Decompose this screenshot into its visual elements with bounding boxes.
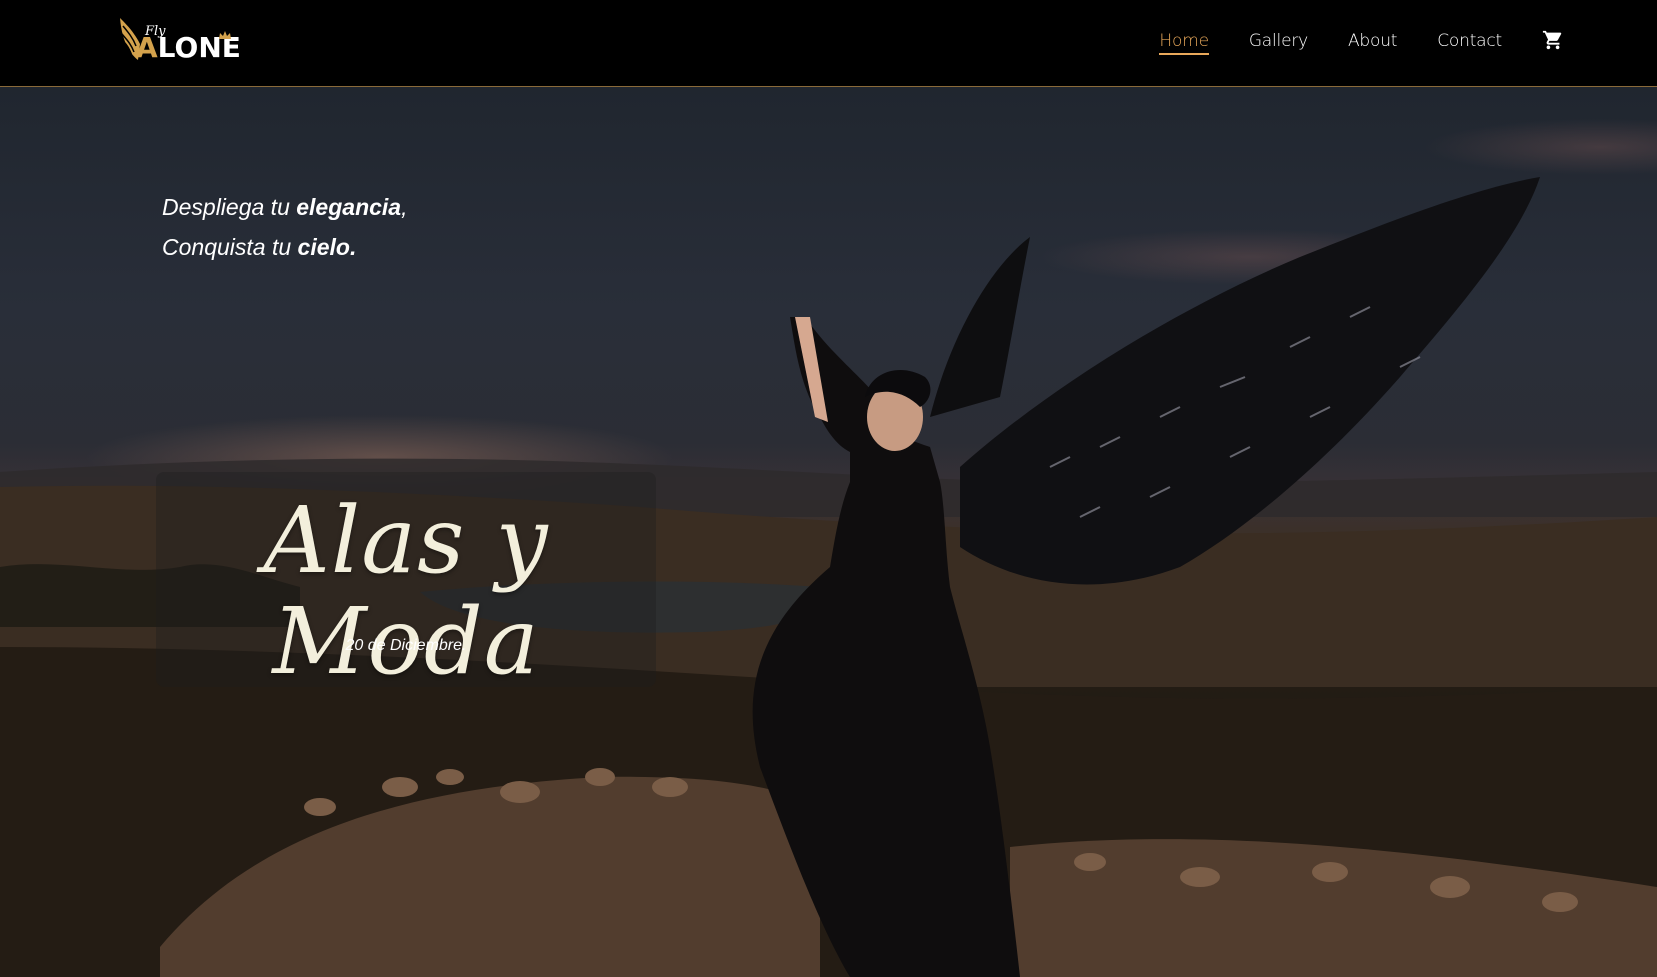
tagline-line-1-suffix: , bbox=[401, 194, 408, 220]
hero-section: Despliega tu elegancia, Conquista tu cie… bbox=[0, 87, 1657, 977]
hero-date: 20 de Diciembre. bbox=[345, 637, 467, 654]
tagline-line-1: Despliega tu elegancia, bbox=[162, 187, 407, 227]
tagline-line-2: Conquista tu cielo. bbox=[162, 227, 407, 267]
brand-logo[interactable]: Fly ALONE bbox=[116, 14, 241, 66]
nav-gallery[interactable]: Gallery bbox=[1249, 23, 1308, 57]
tagline-line-1-prefix: Despliega tu bbox=[162, 194, 297, 220]
hero-title: Alas y Moda bbox=[263, 487, 549, 696]
main-nav: Home Gallery About Contact bbox=[1119, 0, 1564, 80]
hero-tagline: Despliega tu elegancia, Conquista tu cie… bbox=[162, 187, 407, 267]
crown-icon bbox=[219, 31, 231, 39]
logo-alone-a: A bbox=[136, 31, 158, 64]
tagline-line-2-bold: cielo. bbox=[297, 234, 357, 260]
nav-contact[interactable]: Contact bbox=[1437, 23, 1502, 57]
nav-about[interactable]: About bbox=[1348, 23, 1397, 57]
navbar: Fly ALONE Home Gallery About Contact bbox=[0, 0, 1657, 87]
tagline-line-2-prefix: Conquista tu bbox=[162, 234, 298, 260]
cart-icon[interactable] bbox=[1542, 29, 1564, 51]
nav-home[interactable]: Home bbox=[1159, 23, 1210, 57]
hero-title-card: Alas y Moda 20 de Diciembre. bbox=[156, 472, 656, 692]
tagline-line-1-bold: elegancia bbox=[296, 194, 402, 220]
